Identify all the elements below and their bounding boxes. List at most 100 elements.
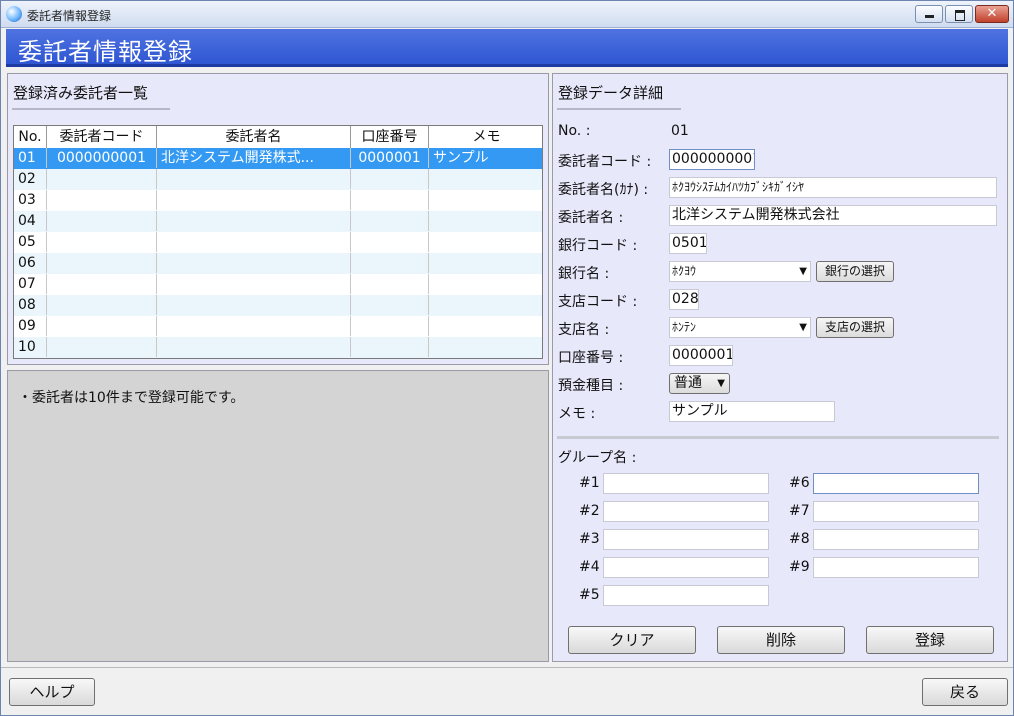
close-button[interactable]: ✕: [975, 5, 1009, 23]
group-2-label: #2: [579, 503, 600, 519]
cell-account: [351, 169, 429, 189]
no-value: 01: [671, 123, 689, 139]
cell-name: [157, 211, 351, 231]
group-7-label: #7: [789, 503, 810, 519]
register-button[interactable]: 登録: [866, 626, 994, 654]
cell-account: [351, 295, 429, 315]
cell-account: [351, 211, 429, 231]
chevron-down-icon: ▼: [799, 266, 807, 277]
chevron-down-icon: ▼: [717, 378, 725, 389]
cell-account: [351, 274, 429, 294]
delete-button[interactable]: 削除: [717, 626, 845, 654]
cell-code: [47, 295, 157, 315]
group-7-field[interactable]: [813, 501, 979, 522]
cell-code: [47, 190, 157, 210]
consignor-grid[interactable]: No. 委託者コード 委託者名 口座番号 メモ 01 0000000001 北洋…: [13, 125, 543, 359]
column-header-memo[interactable]: メモ: [429, 126, 542, 148]
memo-label: メモ :: [558, 406, 596, 422]
note-text: ・委託者は10件まで登録可能です。: [18, 390, 245, 406]
list-panel-title: 登録済み委託者一覧: [13, 84, 149, 102]
group-8-field[interactable]: [813, 529, 979, 550]
table-row[interactable]: 08: [14, 295, 542, 317]
cell-account: [351, 190, 429, 210]
consignor-kana-field[interactable]: ﾎｸﾖｳｼｽﾃﾑｶｲﾊﾂｶﾌﾞｼｷｶﾞｲｼﾔ: [669, 177, 997, 198]
group-2-field[interactable]: [603, 501, 769, 522]
back-button[interactable]: 戻る: [922, 678, 1008, 706]
cell-name: [157, 337, 351, 357]
cell-no: 04: [14, 211, 47, 231]
memo-field[interactable]: サンプル: [669, 401, 835, 422]
column-header-account[interactable]: 口座番号: [351, 126, 429, 148]
table-row[interactable]: 09: [14, 316, 542, 338]
cell-memo: [429, 316, 542, 336]
minimize-button[interactable]: [915, 5, 943, 23]
cell-no: 09: [14, 316, 47, 336]
cell-memo: [429, 190, 542, 210]
bank-name-value: ﾎｸﾖｳ: [672, 264, 697, 278]
footer-divider: [1, 667, 1013, 668]
bank-code-field[interactable]: 0501: [669, 233, 707, 254]
cell-memo: [429, 295, 542, 315]
group-5-field[interactable]: [603, 585, 769, 606]
cell-memo: [429, 337, 542, 357]
cell-no: 06: [14, 253, 47, 273]
table-row[interactable]: 02: [14, 169, 542, 191]
cell-no: 08: [14, 295, 47, 315]
maximize-button[interactable]: [945, 5, 973, 23]
cell-account: [351, 316, 429, 336]
group-1-label: #1: [579, 475, 600, 491]
group-9-field[interactable]: [813, 557, 979, 578]
cell-code: [47, 211, 157, 231]
group-6-label: #6: [789, 475, 810, 491]
column-header-name[interactable]: 委託者名: [157, 126, 351, 148]
bank-name-select[interactable]: ﾎｸﾖｳ ▼: [669, 261, 811, 282]
cell-account: [351, 337, 429, 357]
table-row[interactable]: 07: [14, 274, 542, 296]
clear-button[interactable]: クリア: [568, 626, 696, 654]
column-header-code[interactable]: 委託者コード: [47, 126, 157, 148]
table-row[interactable]: 03: [14, 190, 542, 212]
deposit-type-select[interactable]: 普通 ▼: [669, 373, 730, 394]
title-bar: 委託者情報登録 ✕: [1, 1, 1013, 28]
branch-name-label: 支店名 :: [558, 322, 610, 338]
cell-name: [157, 274, 351, 294]
cell-code: [47, 274, 157, 294]
window-title: 委託者情報登録: [27, 9, 112, 23]
column-header-no[interactable]: No.: [14, 126, 47, 148]
select-bank-button[interactable]: 銀行の選択: [816, 261, 894, 282]
table-row[interactable]: 01 0000000001 北洋システム開発株式... 0000001 サンプル: [14, 148, 542, 170]
cell-name: [157, 169, 351, 189]
cell-memo: サンプル: [433, 150, 489, 166]
cell-no: 05: [14, 232, 47, 252]
account-number-field[interactable]: 0000001: [669, 345, 733, 366]
help-button[interactable]: ヘルプ: [9, 678, 95, 706]
note-panel: ・委託者は10件まで登録可能です。: [7, 370, 549, 662]
cell-no: 10: [14, 337, 47, 357]
cell-no: 02: [14, 169, 47, 189]
header-banner: 委託者情報登録: [6, 29, 1008, 67]
group-4-field[interactable]: [603, 557, 769, 578]
table-row[interactable]: 06: [14, 253, 542, 275]
branch-code-field[interactable]: 028: [669, 289, 699, 310]
table-row[interactable]: 05: [14, 232, 542, 254]
group-1-field[interactable]: [603, 473, 769, 494]
grid-header: No. 委託者コード 委託者名 口座番号 メモ: [14, 126, 542, 149]
cell-name: [157, 295, 351, 315]
group-6-field[interactable]: [813, 473, 979, 494]
cell-no: 03: [14, 190, 47, 210]
table-row[interactable]: 10: [14, 337, 542, 358]
branch-name-select[interactable]: ﾎﾝﾃﾝ ▼: [669, 317, 811, 338]
group-4-label: #4: [579, 559, 600, 575]
branch-name-value: ﾎﾝﾃﾝ: [672, 320, 697, 334]
consignor-code-field[interactable]: 0000000001: [669, 149, 755, 170]
cell-account: 0000001: [351, 148, 429, 168]
branch-code-label: 支店コード :: [558, 294, 638, 310]
cell-memo: [429, 169, 542, 189]
deposit-type-value: 普通: [674, 375, 702, 391]
group-3-field[interactable]: [603, 529, 769, 550]
select-branch-button[interactable]: 支店の選択: [816, 317, 894, 338]
table-row[interactable]: 04: [14, 211, 542, 233]
group-3-label: #3: [579, 531, 600, 547]
consignor-name-field[interactable]: 北洋システム開発株式会社: [669, 205, 997, 226]
cell-memo: [429, 274, 542, 294]
